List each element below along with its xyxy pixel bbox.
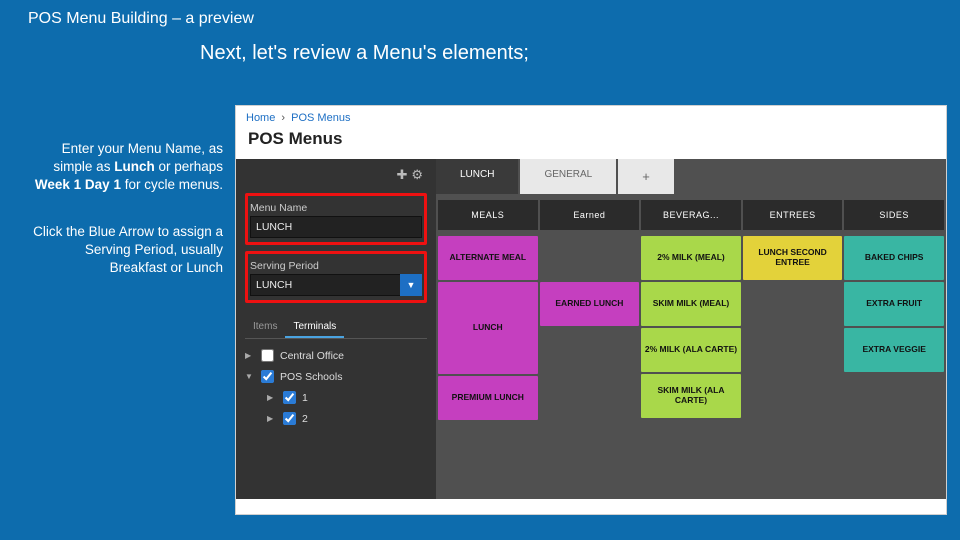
checkbox-central[interactable] [261, 349, 274, 362]
tile-lunch-second[interactable]: LUNCH SECOND ENTREE [743, 236, 843, 280]
location-label: 1 [302, 392, 308, 404]
note-menu-name: Enter your Menu Name, as simple as Lunch… [28, 140, 223, 195]
chevron-right-icon[interactable]: ▶ [267, 414, 277, 423]
tab-add[interactable]: + [618, 159, 674, 194]
tile-col-sides: BAKED CHIPS EXTRA FRUIT EXTRA VEGGIE [844, 236, 944, 420]
tile-lunch[interactable]: LUNCH [438, 282, 538, 374]
page-title: POS Menus [236, 126, 946, 159]
breadcrumb-current: POS Menus [291, 112, 350, 124]
highlight-menu-name: Menu Name [245, 193, 427, 245]
location-row-central[interactable]: ▶ Central Office [245, 345, 427, 366]
presenter-notes: Enter your Menu Name, as simple as Lunch… [28, 140, 223, 305]
location-label: 2 [302, 413, 308, 425]
settings-icon[interactable]: ⚙ [411, 167, 427, 182]
tile-premium[interactable]: PREMIUM LUNCH [438, 376, 538, 420]
headline: Next, let's review a Menu's elements; [200, 42, 960, 65]
cat-meals[interactable]: MEALS [438, 200, 538, 230]
tile-extra-veggie[interactable]: EXTRA VEGGIE [844, 328, 944, 372]
tile-skim-meal[interactable]: SKIM MILK (MEAL) [641, 282, 741, 326]
checkbox-1[interactable] [283, 391, 296, 404]
tile-grid: ALTERNATE MEAL LUNCH PREMIUM LUNCH EARNE… [436, 236, 946, 420]
location-row-2[interactable]: ▶ 2 [245, 408, 427, 429]
chevron-right-icon[interactable]: ▶ [267, 393, 277, 402]
location-label: Central Office [280, 350, 344, 362]
tile-baked-chips[interactable]: BAKED CHIPS [844, 236, 944, 280]
panel-tabs: Items Terminals [245, 317, 427, 339]
breadcrumb-home[interactable]: Home [246, 112, 275, 124]
highlight-serving-period: Serving Period ▼ [245, 251, 427, 303]
tile-skim-ala[interactable]: SKIM MILK (ALA CARTE) [641, 374, 741, 418]
breadcrumb-separator: › [281, 112, 285, 124]
slide-title: POS Menu Building – a preview [0, 0, 960, 28]
cat-earned[interactable]: Earned [540, 200, 640, 230]
location-row-schools[interactable]: ▼ POS Schools [245, 366, 427, 387]
checkbox-2[interactable] [283, 412, 296, 425]
category-row: MEALS Earned BEVERAG... ENTREES SIDES [436, 194, 946, 236]
tab-lunch[interactable]: LUNCH [436, 159, 518, 194]
workspace: ✚⚙ Menu Name Serving Period ▼ Items Term… [236, 159, 946, 499]
tile-col-entrees: LUNCH SECOND ENTREE [743, 236, 843, 420]
serving-period-select[interactable]: ▼ [250, 274, 422, 296]
location-row-1[interactable]: ▶ 1 [245, 387, 427, 408]
dropdown-arrow-icon[interactable]: ▼ [400, 274, 422, 296]
cat-beverages[interactable]: BEVERAG... [641, 200, 741, 230]
tile-2milk-ala[interactable]: 2% MILK (ALA CARTE) [641, 328, 741, 372]
tile-alt-meal[interactable]: ALTERNATE MEAL [438, 236, 538, 280]
cat-entrees[interactable]: ENTREES [743, 200, 843, 230]
chevron-down-icon[interactable]: ▼ [245, 372, 255, 381]
tile-empty [540, 236, 640, 280]
menu-name-input[interactable] [250, 216, 422, 238]
menu-name-label: Menu Name [250, 202, 422, 214]
chevron-right-icon[interactable]: ▶ [245, 351, 255, 360]
tab-general[interactable]: GENERAL [520, 159, 616, 194]
checkbox-schools[interactable] [261, 370, 274, 383]
serving-period-value[interactable] [250, 274, 422, 296]
location-label: POS Schools [280, 371, 342, 383]
menu-tabs: LUNCH GENERAL + [436, 159, 946, 194]
cat-sides[interactable]: SIDES [844, 200, 944, 230]
note-serving-period: Click the Blue Arrow to assign a Serving… [28, 223, 223, 278]
pos-app-window: Home › POS Menus POS Menus ✚⚙ Menu Name … [235, 105, 947, 515]
add-panel-icon[interactable]: ✚ [396, 167, 411, 182]
tab-terminals[interactable]: Terminals [285, 317, 344, 338]
serving-period-label: Serving Period [250, 260, 422, 272]
tab-items[interactable]: Items [245, 317, 285, 338]
tile-col-meals: ALTERNATE MEAL LUNCH PREMIUM LUNCH [438, 236, 538, 420]
tile-col-earned: EARNED LUNCH [540, 236, 640, 420]
settings-panel: ✚⚙ Menu Name Serving Period ▼ Items Term… [236, 159, 436, 499]
menu-grid: LUNCH GENERAL + MEALS Earned BEVERAG... … [436, 159, 946, 499]
breadcrumb: Home › POS Menus [236, 106, 946, 126]
tile-col-beverages: 2% MILK (MEAL) SKIM MILK (MEAL) 2% MILK … [641, 236, 741, 420]
tile-extra-fruit[interactable]: EXTRA FRUIT [844, 282, 944, 326]
tile-2milk-meal[interactable]: 2% MILK (MEAL) [641, 236, 741, 280]
panel-toolbar: ✚⚙ [245, 167, 427, 183]
tile-earned-lunch[interactable]: EARNED LUNCH [540, 282, 640, 326]
